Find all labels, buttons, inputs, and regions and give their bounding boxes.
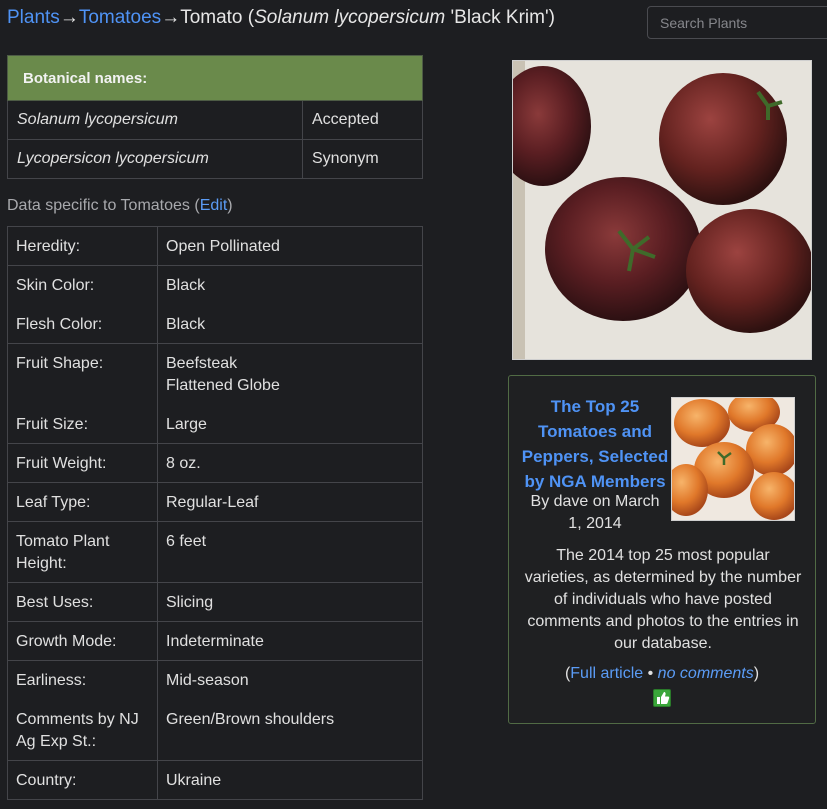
no-comments-link[interactable]: no comments: [658, 665, 754, 682]
table-row: Tomato Plant Height: 6 feet: [7, 521, 423, 583]
table-row: Comments by NJ Ag Exp St.: Green/Brown sh…: [7, 699, 423, 761]
data-value: Mid-season: [157, 660, 423, 700]
botanical-status: Synonym: [302, 139, 423, 179]
data-caption: Data specific to Tomatoes (Edit): [7, 197, 233, 215]
table-row: Best Uses: Slicing: [7, 582, 423, 622]
data-value: Ukraine: [157, 760, 423, 800]
data-key: Comments by NJ Ag Exp St.:: [7, 699, 158, 761]
data-key: Country:: [7, 760, 158, 800]
breadcrumb: Plants→Tomatoes→Tomato (Solanum lycopers…: [7, 6, 555, 30]
thumbs-up-icon[interactable]: [653, 689, 671, 707]
data-key-line: Tomato Plant: [16, 533, 110, 550]
tomato-data-table: Heredity: Open Pollinated Skin Color: Bl…: [7, 226, 423, 800]
table-row: Heredity: Open Pollinated: [7, 226, 423, 266]
table-row: Fruit Size: Large: [7, 404, 423, 444]
data-value: Indeterminate: [157, 621, 423, 661]
article-byline-line: By dave on March: [530, 493, 660, 510]
data-value-line: Flattened Globe: [166, 377, 280, 394]
data-caption-text: Data specific to Tomatoes (: [7, 197, 200, 214]
article-summary-line: varieties, as determined by the number: [524, 569, 802, 586]
data-value: Black: [157, 265, 423, 305]
full-article-link[interactable]: Full article: [570, 665, 643, 682]
data-value: Slicing: [157, 582, 423, 622]
table-row: Fruit Shape: Beefsteak Flattened Globe: [7, 343, 423, 405]
tomato-photo[interactable]: [512, 60, 812, 360]
article-links: (Full article • no comments): [509, 665, 815, 683]
breadcrumb-arrow: →: [59, 7, 79, 28]
data-key: Fruit Size:: [7, 404, 158, 444]
data-key: Fruit Shape:: [7, 343, 158, 405]
table-row: Solanum lycopersicum Accepted: [7, 100, 423, 140]
breadcrumb-tomatoes-link[interactable]: Tomatoes: [79, 7, 161, 28]
data-value: Regular-Leaf: [157, 482, 423, 522]
article-summary: The 2014 top 25 most popular varieties, …: [519, 545, 807, 655]
botanical-names-table: Botanical names: Solanum lycopersicum Ac…: [7, 55, 423, 179]
article-summary-line: The 2014 top 25 most popular: [556, 547, 770, 564]
data-key: Growth Mode:: [7, 621, 158, 661]
data-key: Tomato Plant Height:: [7, 521, 158, 583]
thumbs-up-glyph: [657, 692, 670, 704]
data-value: Large: [157, 404, 423, 444]
article-byline-line: 1, 2014: [568, 515, 622, 532]
article-summary-line: comments and photos to the entries in: [527, 613, 799, 630]
botanical-name: Solanum lycopersicum: [7, 100, 303, 140]
links-close-paren: ): [753, 665, 760, 682]
data-key: Flesh Color:: [7, 304, 158, 344]
breadcrumb-current-species: Solanum lycopersicum: [254, 7, 446, 28]
data-value: Black: [157, 304, 423, 344]
data-value-line: Beefsteak: [166, 355, 238, 372]
article-summary-line: of individuals who have posted: [554, 591, 772, 608]
edit-link[interactable]: Edit: [200, 197, 228, 214]
data-value: Green/Brown shoulders: [157, 699, 423, 761]
article-title-line[interactable]: Peppers, Selected: [521, 444, 669, 469]
data-key: Skin Color:: [7, 265, 158, 305]
botanical-name: Lycopersicon lycopersicum: [7, 139, 303, 179]
data-key-line: Height:: [16, 555, 67, 572]
breadcrumb-current-suffix: 'Black Krim'): [445, 7, 555, 28]
article-byline: By dave on March 1, 2014: [521, 491, 669, 535]
article-summary-line: our database.: [614, 635, 712, 652]
data-key-line: Comments by NJ: [16, 710, 139, 728]
tomato-photo-image: [513, 61, 811, 359]
data-caption-close: ): [227, 197, 233, 214]
data-value: Open Pollinated: [157, 226, 423, 266]
article-thumbnail-image: [672, 398, 794, 520]
featured-article: The Top 25 Tomatoes and Peppers, Selecte…: [508, 375, 816, 724]
table-row: Skin Color: Black: [7, 265, 423, 305]
botanical-status: Accepted: [302, 100, 423, 140]
article-title-line[interactable]: Tomatoes and: [521, 419, 669, 444]
article-title-link[interactable]: The Top 25 Tomatoes and Peppers, Selecte…: [521, 394, 669, 494]
data-value: Beefsteak Flattened Globe: [157, 343, 423, 405]
data-value: 6 feet: [157, 521, 423, 583]
table-row: Earliness: Mid-season: [7, 660, 423, 700]
links-separator: •: [643, 665, 658, 682]
data-key: Leaf Type:: [7, 482, 158, 522]
botanical-names-header: Botanical names:: [7, 55, 423, 101]
table-row: Growth Mode: Indeterminate: [7, 621, 423, 661]
breadcrumb-current-prefix: Tomato (: [180, 7, 255, 28]
table-row: Lycopersicon lycopersicum Synonym: [7, 139, 423, 179]
data-key: Fruit Weight:: [7, 443, 158, 483]
data-key: Earliness:: [7, 660, 158, 700]
breadcrumb-arrow: →: [161, 7, 181, 28]
table-row: Country: Ukraine: [7, 760, 423, 800]
data-key: Heredity:: [7, 226, 158, 266]
table-row: Flesh Color: Black: [7, 304, 423, 344]
article-thumbnail[interactable]: [671, 397, 795, 521]
breadcrumb-plants-link[interactable]: Plants: [7, 7, 60, 28]
table-row: Leaf Type: Regular-Leaf: [7, 482, 423, 522]
table-row: Fruit Weight: 8 oz.: [7, 443, 423, 483]
search-input[interactable]: [647, 6, 827, 39]
data-key: Best Uses:: [7, 582, 158, 622]
article-title-line[interactable]: The Top 25: [521, 394, 669, 419]
data-value: 8 oz.: [157, 443, 423, 483]
data-key-line: Ag Exp St.:: [16, 732, 97, 750]
